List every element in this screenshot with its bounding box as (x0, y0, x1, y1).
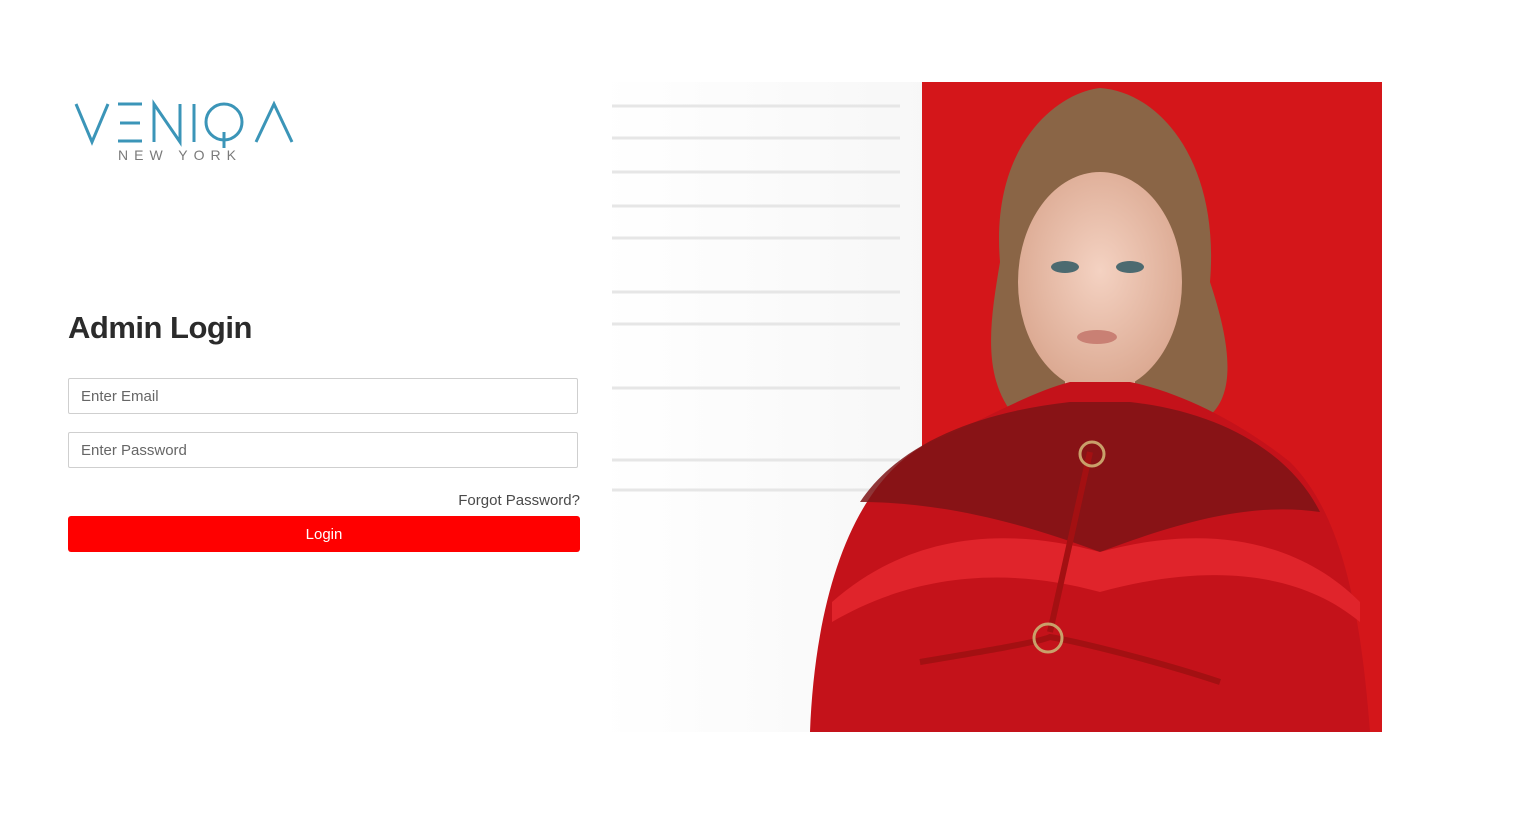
page-title: Admin Login (68, 310, 252, 345)
email-field[interactable] (68, 378, 578, 414)
svg-text:NEW YORK: NEW YORK (118, 147, 242, 163)
brand-logo: NEW YORK (74, 98, 314, 168)
fashion-model-photo-icon (600, 82, 1382, 732)
login-button[interactable]: Login (68, 516, 580, 552)
login-page: NEW YORK Admin Login Forgot Password? Lo… (0, 0, 1535, 839)
hero-image (600, 82, 1382, 732)
brand-logo-graphic: NEW YORK (74, 99, 294, 163)
password-field[interactable] (68, 432, 578, 468)
forgot-password-link[interactable]: Forgot Password? (458, 492, 580, 509)
